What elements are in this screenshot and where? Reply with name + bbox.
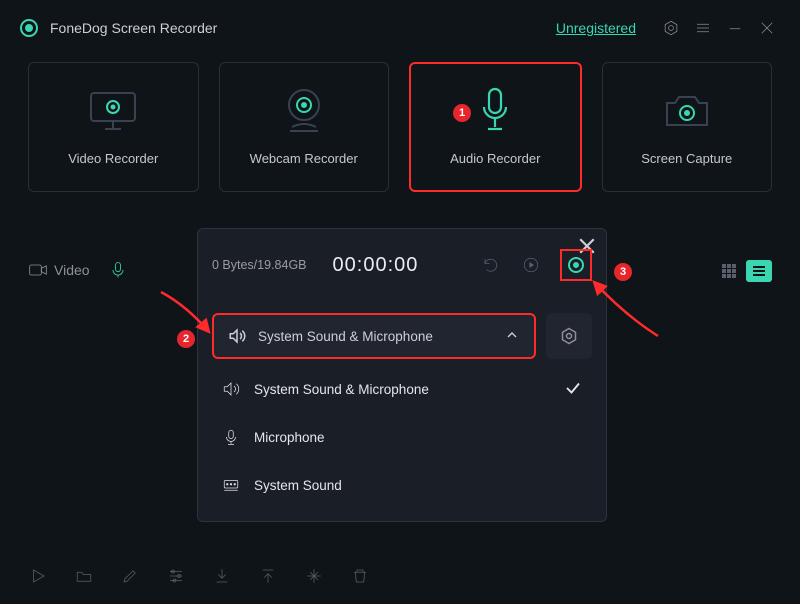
merge-icon[interactable] [304,566,324,586]
export-icon[interactable] [258,566,278,586]
tile-webcam-recorder[interactable]: Webcam Recorder [219,62,390,192]
option-both-label: System Sound & Microphone [254,382,429,397]
settings-icon[interactable] [660,17,682,39]
unregistered-link[interactable]: Unregistered [556,20,636,36]
annotation-step-2: 2 [177,330,195,348]
monitor-icon [87,89,139,133]
option-system-and-mic[interactable]: System Sound & Microphone [212,365,592,413]
audio-source-options: System Sound & Microphone Microphone Sys… [198,359,606,509]
tile-video-label: Video Recorder [68,151,158,166]
option-system-sound[interactable]: System Sound [212,461,592,509]
audio-source-dropdown[interactable]: System Sound & Microphone [212,313,536,359]
app-title: FoneDog Screen Recorder [50,20,217,36]
list-view-button[interactable] [746,260,772,282]
minimize-icon[interactable] [724,17,746,39]
record-icon [568,257,584,273]
grid-view-button[interactable] [716,260,742,282]
option-microphone[interactable]: Microphone [212,413,592,461]
audio-panel: 0 Bytes/19.84GB 00:00:00 System Sound & … [197,228,607,522]
tile-webcam-label: Webcam Recorder [250,151,358,166]
play-icon[interactable] [520,254,542,276]
option-sys-label: System Sound [254,478,342,493]
trash-icon[interactable] [350,566,370,586]
audio-settings-button[interactable] [546,313,592,359]
annotation-step-3: 3 [614,263,632,281]
annotation-step-1: 1 [453,104,471,122]
app-logo [20,19,38,37]
timer-display: 00:00:00 [333,254,419,277]
undo-icon[interactable] [480,254,502,276]
menu-icon[interactable] [692,17,714,39]
tile-video-recorder[interactable]: Video Recorder [28,62,199,192]
tile-screen-capture[interactable]: Screen Capture [602,62,773,192]
tile-audio-recorder[interactable]: Audio Recorder 1 [409,62,582,192]
chevron-up-icon [504,327,520,346]
storage-text: 0 Bytes/19.84GB [212,258,307,272]
tile-capture-label: Screen Capture [641,151,732,166]
folder-icon[interactable] [74,566,94,586]
webcam-icon [282,89,326,133]
close-icon[interactable] [756,17,778,39]
tile-audio-label: Audio Recorder [450,151,540,166]
record-button[interactable] [560,249,592,281]
camera-icon [661,89,713,133]
video-toggle-label: Video [54,262,90,278]
import-icon[interactable] [212,566,232,586]
video-toggle[interactable]: Video [28,260,90,280]
microphone-icon [480,89,510,133]
option-mic-label: Microphone [254,430,325,445]
mic-toggle[interactable] [108,260,128,280]
check-icon [564,379,582,400]
play-tool-icon[interactable] [28,566,48,586]
dropdown-selected-label: System Sound & Microphone [258,329,433,344]
edit-icon[interactable] [120,566,140,586]
sliders-icon[interactable] [166,566,186,586]
